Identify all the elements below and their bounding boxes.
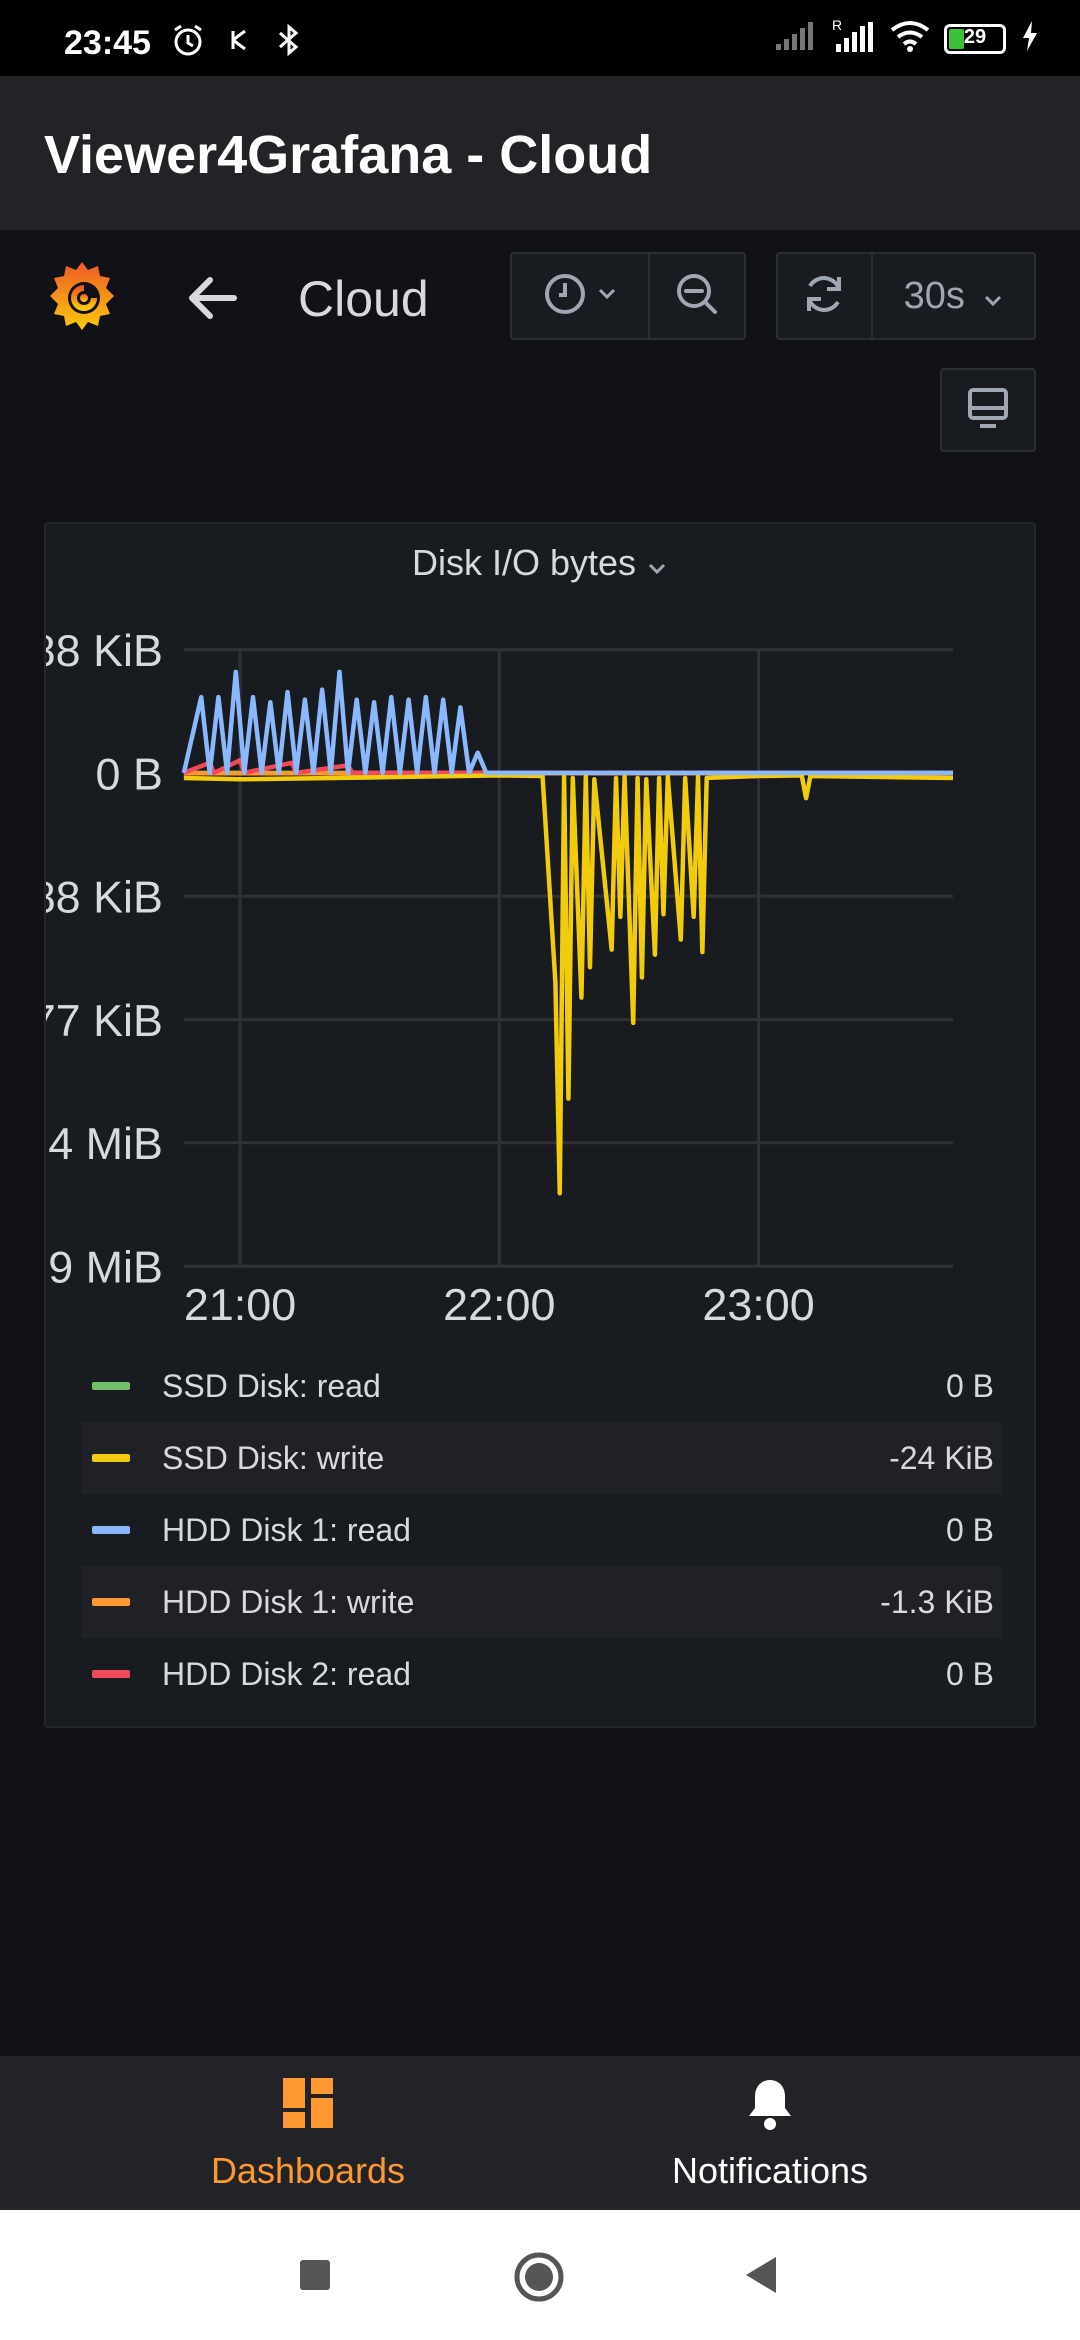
wifi-icon xyxy=(890,20,930,57)
signal-roaming-icon: R xyxy=(832,17,876,59)
nav-notifications-label: Notifications xyxy=(671,2150,869,2191)
home-circle-icon[interactable] xyxy=(512,2250,566,2309)
y-tick-label: 0 B xyxy=(96,748,163,799)
chart-legend: SSD Disk: read 0 B SSD Disk: write -24 KiB H… xyxy=(82,1350,1002,1710)
x-axis-ticks: 21:00 22:00 23:00 xyxy=(184,1279,815,1330)
legend-value: -1.3 KiB xyxy=(880,1583,994,1620)
legend-value: 0 B xyxy=(945,1367,994,1404)
chevron-down-icon xyxy=(597,287,617,306)
refresh-button[interactable] xyxy=(778,254,873,338)
clock-icon xyxy=(543,272,587,321)
zoom-out-icon xyxy=(674,271,720,322)
legend-swatch xyxy=(92,1454,130,1462)
recents-square-icon[interactable] xyxy=(298,2258,332,2297)
dashboard-title: Cloud xyxy=(298,271,429,327)
status-bar: 23:45 R 29 xyxy=(0,0,1080,76)
x-tick-label: 21:00 xyxy=(184,1279,296,1330)
back-arrow-icon[interactable] xyxy=(184,270,240,326)
time-picker-button[interactable] xyxy=(512,254,650,338)
k-icon xyxy=(228,25,254,60)
time-controls xyxy=(510,252,746,340)
disk-io-chart[interactable]: 488 KiB 0 B -488 KiB -977 KiB -1.4 MiB -1.9 M… xyxy=(46,524,1034,1362)
y-tick-label: -977 KiB xyxy=(46,995,163,1046)
series-line xyxy=(181,669,954,776)
y-tick-label: 488 KiB xyxy=(46,625,163,676)
tv-mode-button[interactable] xyxy=(940,368,1036,452)
battery-icon: 29 xyxy=(944,23,1006,54)
status-time: 23:45 xyxy=(64,24,151,62)
alarm-icon xyxy=(170,22,206,63)
legend-value: -24 KiB xyxy=(889,1439,994,1476)
legend-name: SSD Disk: read xyxy=(162,1367,381,1404)
x-tick-label: 23:00 xyxy=(702,1279,814,1330)
legend-item[interactable]: SSD Disk: write -24 KiB xyxy=(82,1422,1002,1494)
y-axis-ticks: 488 KiB 0 B -488 KiB -977 KiB -1.4 MiB -1.9 M… xyxy=(46,625,163,1293)
battery-level: 29 xyxy=(963,25,987,48)
chevron-down-icon xyxy=(983,275,1003,318)
refresh-interval-value: 30s xyxy=(903,274,965,317)
y-tick-label: -488 KiB xyxy=(46,872,163,923)
legend-swatch xyxy=(92,1670,130,1678)
bottom-navigation: Dashboards Notifications xyxy=(0,2056,1080,2210)
legend-name: SSD Disk: write xyxy=(162,1439,385,1476)
nav-dashboards-label: Dashboards xyxy=(210,2150,406,2191)
zoom-out-button[interactable] xyxy=(650,254,744,338)
charging-icon xyxy=(1020,19,1040,58)
legend-item[interactable]: HDD Disk 1: write -1.3 KiB xyxy=(82,1566,1002,1638)
back-triangle-icon[interactable] xyxy=(742,2254,780,2301)
legend-value: 0 B xyxy=(945,1511,994,1548)
system-navigation-bar xyxy=(0,2210,1080,2340)
legend-item[interactable]: HDD Disk 1: read 0 B xyxy=(82,1494,1002,1566)
legend-item[interactable]: SSD Disk: read 0 B xyxy=(82,1350,1002,1422)
nav-dashboards[interactable]: Dashboards xyxy=(38,2056,578,2210)
legend-swatch xyxy=(92,1598,130,1606)
legend-swatch xyxy=(92,1382,130,1390)
legend-name: HDD Disk 1: read xyxy=(162,1511,411,1548)
app-bar: Viewer4Grafana - Cloud xyxy=(0,76,1080,230)
grafana-logo-icon[interactable] xyxy=(42,256,122,336)
svg-text:R: R xyxy=(832,18,842,33)
signal-icon xyxy=(774,20,818,57)
legend-value: 0 B xyxy=(945,1655,994,1692)
graph-panel: Disk I/O bytes 488 KiB0 B-488 KiB-977 Ki… xyxy=(44,522,1036,1728)
monitor-icon xyxy=(966,386,1010,435)
y-tick-label: -1.9 MiB xyxy=(46,1242,163,1293)
x-tick-label: 22:00 xyxy=(443,1279,555,1330)
bell-icon xyxy=(744,2076,796,2137)
chart-series xyxy=(181,669,954,1196)
legend-swatch xyxy=(92,1526,130,1534)
legend-name: HDD Disk 1: write xyxy=(162,1583,415,1620)
dashboards-icon xyxy=(281,2076,335,2135)
legend-item[interactable]: HDD Disk 2: read 0 B xyxy=(82,1638,1002,1710)
legend-name: HDD Disk 2: read xyxy=(162,1655,411,1692)
refresh-icon xyxy=(801,271,847,322)
app-title: Viewer4Grafana - Cloud xyxy=(44,125,653,185)
bluetooth-icon xyxy=(276,23,302,62)
nav-notifications[interactable]: Notifications xyxy=(500,2056,1040,2210)
y-tick-label: -1.4 MiB xyxy=(46,1118,163,1169)
refresh-controls: 30s xyxy=(776,252,1036,340)
series-line xyxy=(183,773,954,1196)
refresh-interval-picker[interactable]: 30s xyxy=(873,254,1034,338)
